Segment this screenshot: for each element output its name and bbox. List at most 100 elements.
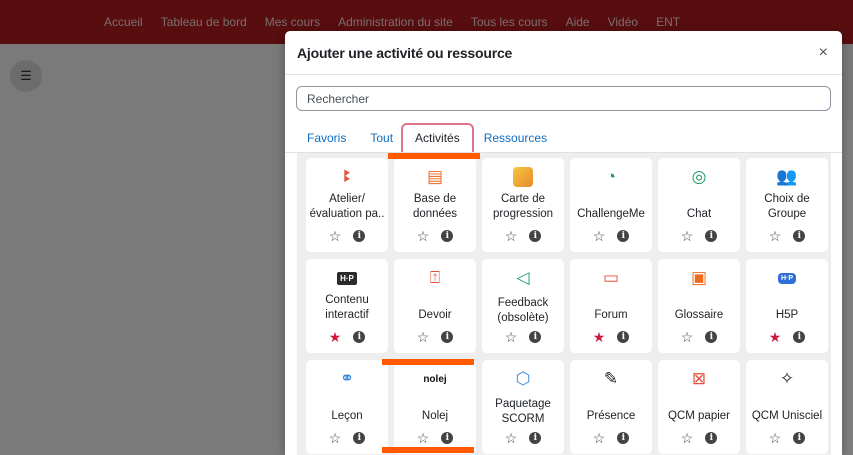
info-icon[interactable]: i bbox=[529, 432, 542, 444]
map-icon bbox=[513, 167, 533, 187]
workshop-icon: ꔪ bbox=[343, 167, 351, 186]
attendance-icon: ✎ bbox=[603, 369, 619, 388]
tile-label: Base de données bbox=[412, 193, 458, 220]
tile-atelier[interactable]: ꔪ Atelier/ évaluation pa.. ☆ i bbox=[306, 158, 388, 252]
search-input[interactable] bbox=[296, 86, 831, 111]
activity-grid: ꔪ Atelier/ évaluation pa.. ☆ i ▤ Base de … bbox=[297, 153, 831, 455]
forum-icon: ▭ bbox=[602, 268, 620, 287]
tile-nolej[interactable]: nolej Nolej ☆ i bbox=[394, 360, 476, 454]
star-icon[interactable]: ☆ bbox=[329, 229, 342, 243]
tile-label: Présence bbox=[586, 410, 636, 422]
tile-chat[interactable]: ◎ Chat ☆ i bbox=[658, 158, 740, 252]
database-icon: ▤ bbox=[426, 167, 444, 186]
star-icon[interactable]: ☆ bbox=[417, 431, 430, 445]
puzzle-icon: ✧ bbox=[779, 369, 795, 388]
star-icon[interactable]: ☆ bbox=[681, 229, 694, 243]
tile-label: Leçon bbox=[331, 410, 363, 422]
tile-label: H5P bbox=[775, 309, 799, 321]
star-icon[interactable]: ☆ bbox=[329, 431, 342, 445]
tile-label: Paquetage SCORM bbox=[495, 398, 551, 425]
tile-label: Feedback (obsolète) bbox=[497, 297, 549, 324]
tile-label: QCM Unisciel bbox=[751, 410, 823, 422]
tile-carte-de-progression[interactable]: Carte de progression ☆ i bbox=[482, 158, 564, 252]
tile-label: Forum bbox=[594, 309, 628, 321]
tile-label: Atelier/ évaluation pa.. bbox=[309, 193, 385, 220]
tile-paquetage-scorm[interactable]: ⬡ Paquetage SCORM ☆ i bbox=[482, 360, 564, 454]
info-icon[interactable]: i bbox=[353, 331, 366, 343]
lesson-icon: ⚭ bbox=[339, 369, 355, 388]
group-choice-icon: 👥 bbox=[776, 167, 798, 186]
star-filled-icon[interactable]: ★ bbox=[593, 330, 606, 344]
tab-favoris[interactable]: Favoris bbox=[297, 131, 346, 153]
info-icon[interactable]: i bbox=[529, 230, 542, 242]
tile-presence[interactable]: ✎ Présence ☆ i bbox=[570, 360, 652, 454]
info-icon[interactable]: i bbox=[441, 230, 454, 242]
tab-activites[interactable]: Activités bbox=[401, 123, 474, 153]
star-icon[interactable]: ☆ bbox=[505, 229, 518, 243]
assignment-icon: ⍐ bbox=[429, 268, 441, 287]
star-icon[interactable]: ☆ bbox=[593, 229, 606, 243]
star-icon[interactable]: ☆ bbox=[417, 330, 430, 344]
info-icon[interactable]: i bbox=[793, 230, 806, 242]
tile-label: Devoir bbox=[418, 309, 452, 321]
glossary-icon: ▣ bbox=[690, 268, 708, 287]
add-activity-modal: Ajouter une activité ou ressource × Favo… bbox=[285, 31, 842, 455]
tile-lecon[interactable]: ⚭ Leçon ☆ i bbox=[306, 360, 388, 454]
info-icon[interactable]: i bbox=[441, 432, 454, 444]
star-icon[interactable]: ☆ bbox=[769, 229, 782, 243]
tile-devoir[interactable]: ⍐ Devoir ☆ i bbox=[394, 259, 476, 353]
star-icon[interactable]: ☆ bbox=[681, 431, 694, 445]
tile-label: Choix de Groupe bbox=[764, 193, 810, 220]
info-icon[interactable]: i bbox=[793, 432, 806, 444]
tile-feedback[interactable]: ◁ Feedback (obsolète) ☆ i bbox=[482, 259, 564, 353]
star-filled-icon[interactable]: ★ bbox=[769, 330, 782, 344]
tile-label: Contenu interactif bbox=[325, 294, 369, 321]
info-icon[interactable]: i bbox=[353, 230, 366, 242]
info-icon[interactable]: i bbox=[705, 432, 718, 444]
highlight-mark bbox=[382, 359, 474, 365]
info-icon[interactable]: i bbox=[793, 331, 806, 343]
h5p-icon: H·P bbox=[777, 272, 797, 284]
tile-base-de-donnees[interactable]: ▤ Base de données ☆ i bbox=[394, 158, 476, 252]
tab-ressources[interactable]: Ressources bbox=[474, 131, 547, 153]
star-filled-icon[interactable]: ★ bbox=[329, 330, 342, 344]
highlight-mark bbox=[382, 447, 474, 453]
info-icon[interactable]: i bbox=[617, 230, 630, 242]
tile-h5p[interactable]: H·P H5P ★ i bbox=[746, 259, 828, 353]
tile-challengeme[interactable]: ◔ ChallengeMe ☆ i bbox=[570, 158, 652, 252]
highlight-mark bbox=[388, 153, 480, 159]
tab-tout[interactable]: Tout bbox=[346, 131, 393, 153]
star-icon[interactable]: ☆ bbox=[505, 330, 518, 344]
star-icon[interactable]: ☆ bbox=[505, 431, 518, 445]
info-icon[interactable]: i bbox=[705, 331, 718, 343]
h5p-icon: H·P bbox=[337, 271, 357, 285]
tile-label: Glossaire bbox=[674, 309, 724, 321]
info-icon[interactable]: i bbox=[617, 432, 630, 444]
chat-icon: ◎ bbox=[691, 167, 707, 186]
info-icon[interactable]: i bbox=[705, 230, 718, 242]
category-tabs: Favoris Tout Activités Ressources bbox=[297, 123, 547, 153]
tile-choix-de-groupe[interactable]: 👥 Choix de Groupe ☆ i bbox=[746, 158, 828, 252]
star-icon[interactable]: ☆ bbox=[681, 330, 694, 344]
info-icon[interactable]: i bbox=[441, 331, 454, 343]
tile-label: Chat bbox=[686, 208, 712, 220]
tile-label: Carte de progression bbox=[492, 193, 554, 220]
tile-qcm-unisciel[interactable]: ✧ QCM Unisciel ☆ i bbox=[746, 360, 828, 454]
star-icon[interactable]: ☆ bbox=[417, 229, 430, 243]
tile-qcm-papier[interactable]: ⊠ QCM papier ☆ i bbox=[658, 360, 740, 454]
tile-contenu-interactif[interactable]: H·P Contenu interactif ★ i bbox=[306, 259, 388, 353]
paper-quiz-icon: ⊠ bbox=[691, 369, 707, 388]
star-icon[interactable]: ☆ bbox=[769, 431, 782, 445]
challenge-icon: ◔ bbox=[605, 167, 617, 186]
tile-glossaire[interactable]: ▣ Glossaire ☆ i bbox=[658, 259, 740, 353]
star-icon[interactable]: ☆ bbox=[593, 431, 606, 445]
tile-label: Nolej bbox=[421, 410, 449, 422]
close-button[interactable]: × bbox=[819, 44, 828, 62]
info-icon[interactable]: i bbox=[529, 331, 542, 343]
tile-forum[interactable]: ▭ Forum ★ i bbox=[570, 259, 652, 353]
modal-title: Ajouter une activité ou ressource bbox=[297, 44, 513, 61]
info-icon[interactable]: i bbox=[353, 432, 366, 444]
nolej-icon: nolej bbox=[423, 373, 447, 385]
info-icon[interactable]: i bbox=[617, 331, 630, 343]
tile-label: ChallengeMe bbox=[577, 208, 645, 220]
